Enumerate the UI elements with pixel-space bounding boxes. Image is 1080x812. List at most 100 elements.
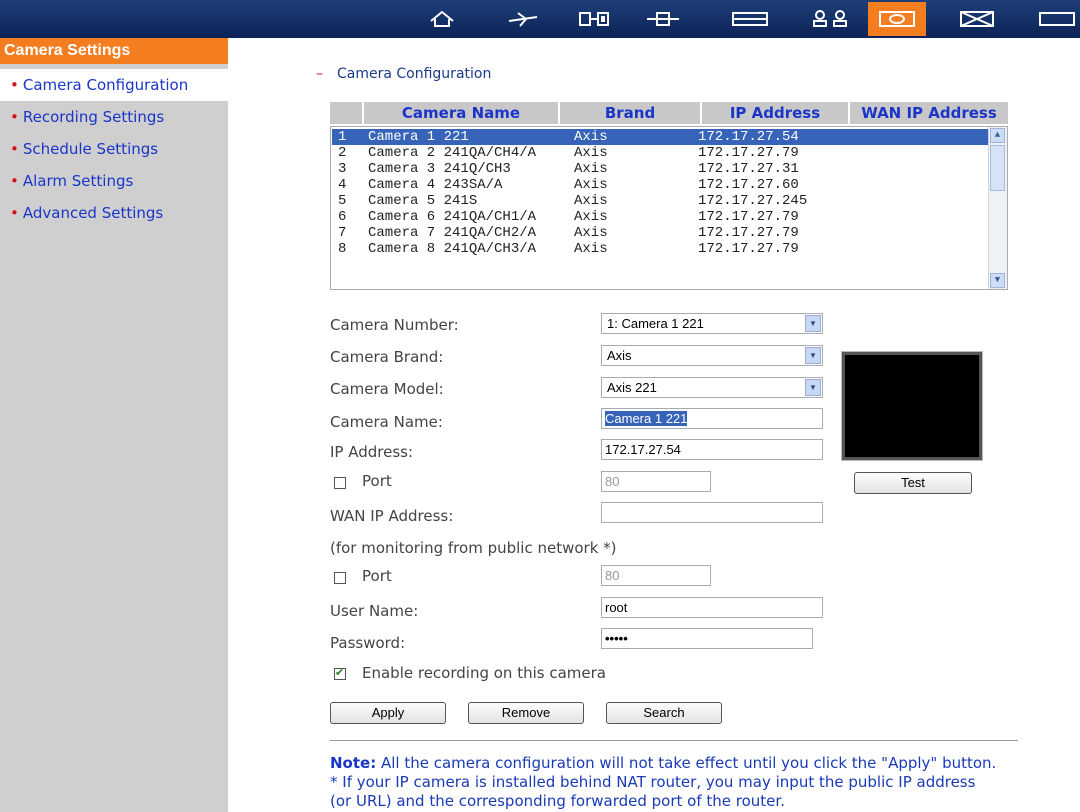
camera-model-label: Camera Model: [330, 380, 444, 398]
password-label: Password: [330, 634, 406, 652]
camera-name-field[interactable]: Camera 1 221 [601, 408, 823, 429]
wan-port-field[interactable]: 80 [601, 565, 711, 586]
remove-button[interactable]: Remove [468, 702, 584, 724]
list-icon[interactable] [726, 2, 774, 36]
search-button[interactable]: Search [606, 702, 722, 724]
table-row[interactable]: 3 Camera 3 241Q/CH3 Axis 172.17.27.31 [332, 161, 988, 177]
camera-number-label: Camera Number: [330, 316, 459, 334]
wan-ip-label: WAN IP Address: [330, 507, 454, 525]
column-header-brand[interactable]: Brand [560, 102, 702, 124]
camera-icon[interactable] [868, 2, 926, 36]
row-index: 5 [338, 193, 347, 209]
bullet-icon: • [10, 140, 19, 158]
row-brand: Axis [574, 193, 608, 209]
scroll-down-icon[interactable]: ▼ [990, 273, 1005, 288]
port-checkbox[interactable] [334, 477, 346, 489]
row-brand: Axis [574, 225, 608, 241]
section-title-text: Camera Configuration [337, 66, 492, 82]
sidebar-item-label: Schedule Settings [22, 140, 159, 158]
sidebar-item-label: Alarm Settings [22, 172, 134, 190]
table-row[interactable]: 5 Camera 5 241S Axis 172.17.27.245 [332, 193, 988, 209]
table-row[interactable]: 4 Camera 4 243SA/A Axis 172.17.27.60 [332, 177, 988, 193]
note-bold: Note: [330, 754, 377, 772]
bullet-icon: • [10, 76, 19, 94]
wan-ip-field[interactable] [601, 502, 823, 523]
row-ip: 172.17.27.60 [698, 177, 799, 193]
column-header-wan-ip[interactable]: WAN IP Address [850, 102, 1008, 124]
user-name-field[interactable]: root [601, 597, 823, 618]
row-brand: Axis [574, 129, 608, 145]
table-row[interactable]: 7 Camera 7 241QA/CH2/A Axis 172.17.27.79 [332, 225, 988, 241]
row-camera-name: Camera 2 241QA/CH4/A [368, 145, 537, 161]
row-index: 1 [338, 129, 347, 145]
table-row[interactable]: 8 Camera 8 241QA/CH3/A Axis 172.17.27.79 [332, 241, 988, 257]
row-brand: Axis [574, 177, 608, 193]
home-icon[interactable] [420, 2, 464, 36]
users-icon[interactable] [804, 2, 856, 36]
camera-brand-select[interactable]: Axis ▼ [601, 345, 823, 366]
apply-button[interactable]: Apply [330, 702, 446, 724]
ip-address-field[interactable]: 172.17.27.54 [601, 439, 823, 460]
camera-brand-label: Camera Brand: [330, 348, 444, 366]
row-brand: Axis [574, 241, 608, 257]
top-toolbar [0, 0, 1080, 38]
sidebar-item-recording-settings[interactable]: • Recording Settings [0, 101, 228, 133]
sidebar-item-camera-configuration[interactable]: • Camera Configuration [0, 69, 228, 101]
row-camera-name: Camera 7 241QA/CH2/A [368, 225, 537, 241]
table-row[interactable]: 2 Camera 2 241QA/CH4/A Axis 172.17.27.79 [332, 145, 988, 161]
row-camera-name: Camera 8 241QA/CH3/A [368, 241, 537, 257]
list-scrollbar[interactable]: ▲ ▼ [988, 127, 1007, 289]
envelope-icon[interactable] [952, 2, 1002, 36]
camera-model-select[interactable]: Axis 221 ▼ [601, 377, 823, 398]
row-brand: Axis [574, 209, 608, 225]
row-camera-name: Camera 4 243SA/A [368, 177, 503, 193]
table-row[interactable]: 1 Camera 1 221 Axis 172.17.27.54 [332, 129, 988, 145]
row-ip: 172.17.27.79 [698, 209, 799, 225]
column-header-camera-name[interactable]: Camera Name [364, 102, 560, 124]
row-index: 3 [338, 161, 347, 177]
note-text: Note: All the camera configuration will … [330, 754, 1030, 811]
row-ip: 172.17.27.31 [698, 161, 799, 177]
row-camera-name: Camera 5 241S [368, 193, 478, 209]
sidebar: Camera Settings • Camera Configuration • R… [0, 38, 228, 812]
sidebar-item-schedule-settings[interactable]: • Schedule Settings [0, 133, 228, 165]
row-ip: 172.17.27.79 [698, 145, 799, 161]
test-button[interactable]: Test [854, 472, 972, 494]
row-camera-name: Camera 1 221 [368, 129, 469, 145]
wan-port-label: Port [362, 567, 392, 585]
divider [330, 740, 1018, 741]
plus-icon[interactable] [640, 2, 686, 36]
bullet-icon: • [10, 108, 19, 126]
wan-port-checkbox[interactable] [334, 572, 346, 584]
main-content: – Camera Configuration Camera Name Brand … [228, 38, 1080, 812]
user-name-label: User Name: [330, 602, 419, 620]
camera-number-value: 1: Camera 1 221 [607, 316, 704, 331]
note-line-1-text: All the camera configuration will not ta… [376, 754, 997, 772]
row-index: 6 [338, 209, 347, 225]
password-field[interactable]: ••••• [601, 628, 813, 649]
scroll-up-icon[interactable]: ▲ [990, 128, 1005, 143]
film-icon[interactable] [572, 2, 616, 36]
sidebar-item-alarm-settings[interactable]: • Alarm Settings [0, 165, 228, 197]
row-brand: Axis [574, 161, 608, 177]
column-header-index [330, 102, 364, 124]
note-line-2: * If your IP camera is installed behind … [330, 773, 976, 791]
table-row[interactable]: 6 Camera 6 241QA/CH1/A Axis 172.17.27.79 [332, 209, 988, 225]
camera-preview [842, 352, 982, 460]
scroll-thumb[interactable] [990, 145, 1005, 191]
row-index: 8 [338, 241, 347, 257]
column-header-ip-address[interactable]: IP Address [702, 102, 850, 124]
plane-icon[interactable] [500, 2, 546, 36]
row-brand: Axis [574, 145, 608, 161]
row-camera-name: Camera 6 241QA/CH1/A [368, 209, 537, 225]
chevron-down-icon: ▼ [805, 347, 821, 364]
section-dash: – [316, 66, 323, 82]
enable-recording-checkbox[interactable] [334, 666, 346, 680]
bullet-icon: • [10, 204, 19, 222]
sidebar-title: Camera Settings [0, 38, 228, 64]
folder-icon[interactable] [1030, 2, 1080, 36]
chevron-down-icon: ▼ [805, 315, 821, 332]
camera-number-select[interactable]: 1: Camera 1 221 ▼ [601, 313, 823, 334]
sidebar-item-advanced-settings[interactable]: • Advanced Settings [0, 197, 228, 229]
port-field[interactable]: 80 [601, 471, 711, 492]
